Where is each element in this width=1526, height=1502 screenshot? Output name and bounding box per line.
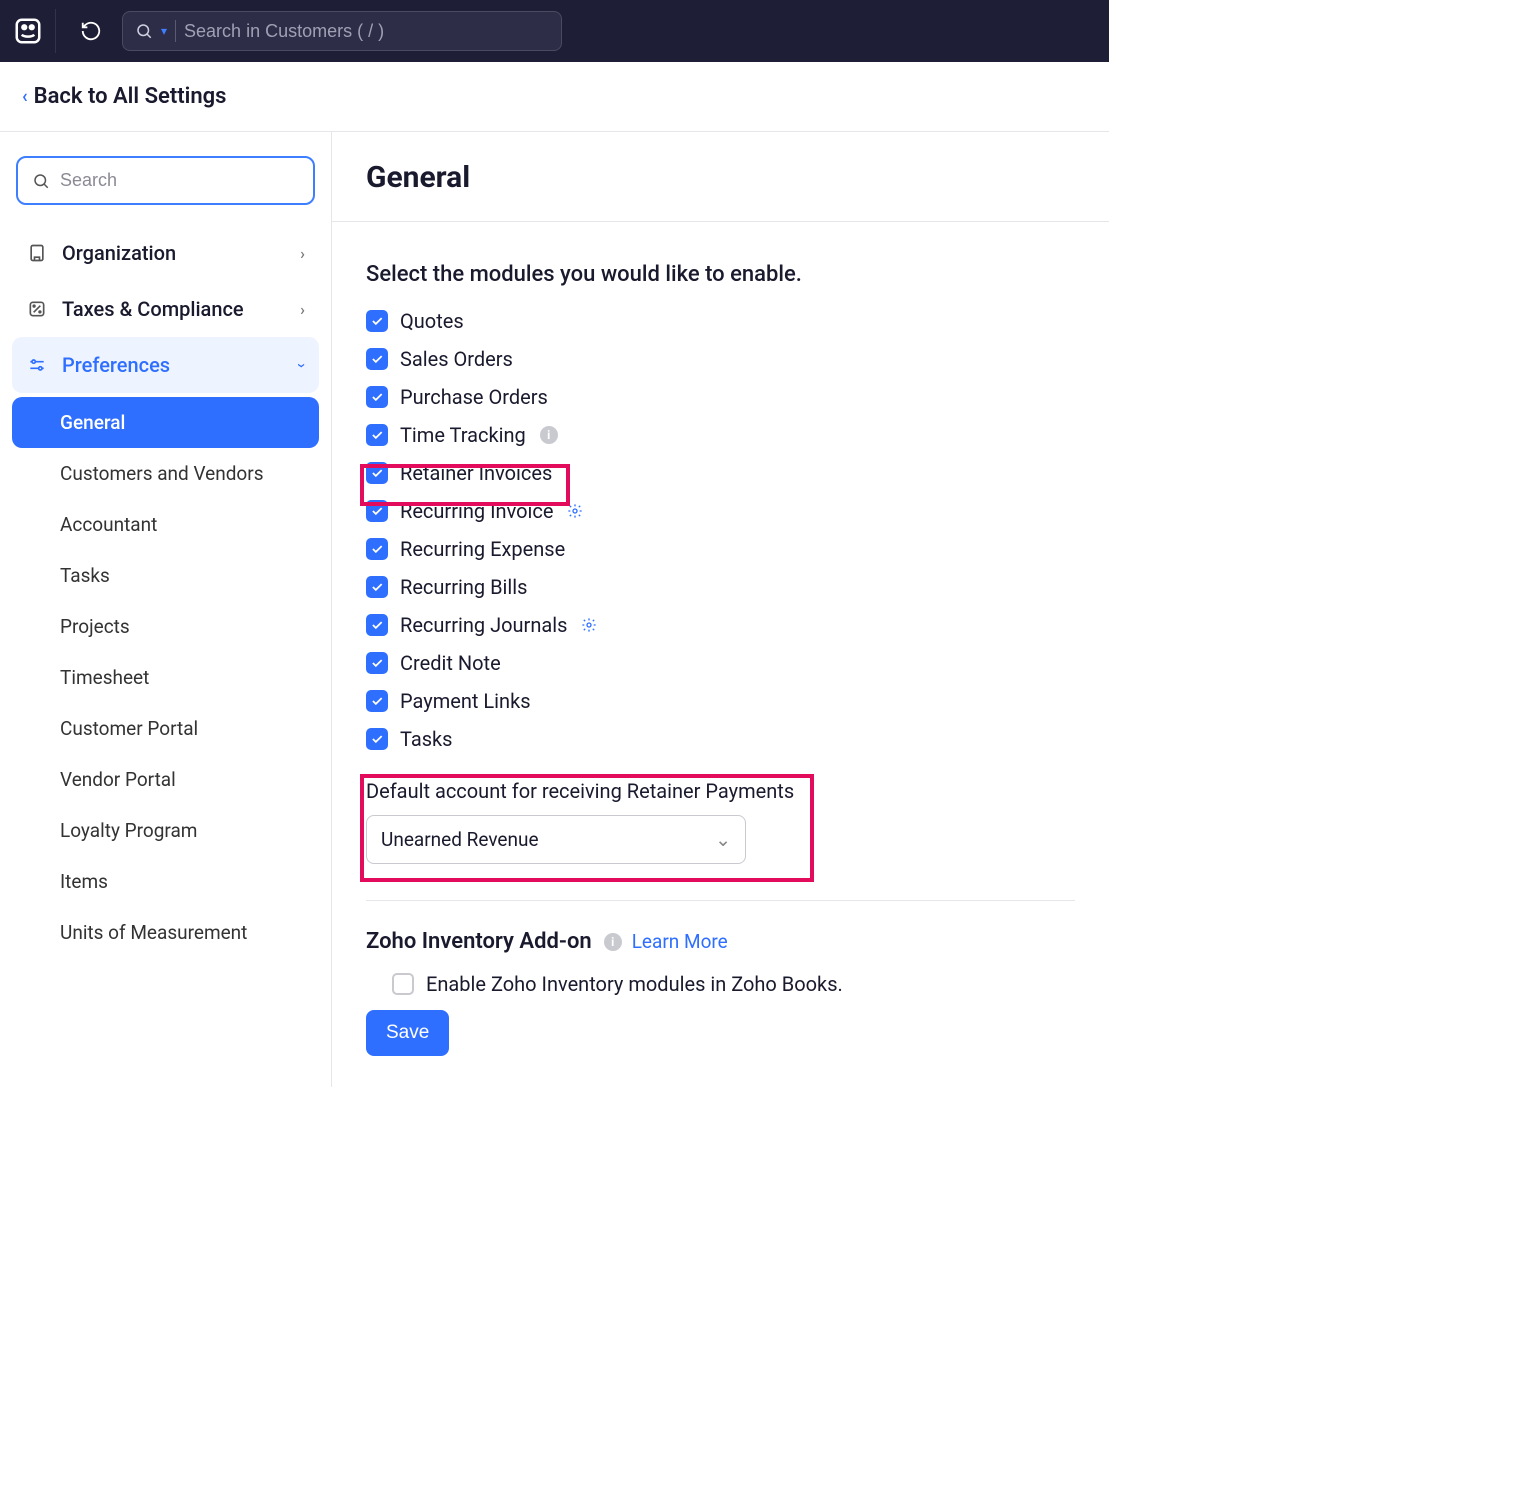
breadcrumb: ‹ Back to All Settings [0,62,1109,132]
sub-item-projects[interactable]: Projects [12,601,319,652]
content-area: General Select the modules you would lik… [332,132,1109,1087]
building-icon [26,243,48,263]
info-icon[interactable]: i [540,426,558,444]
back-label: Back to All Settings [34,84,227,109]
info-icon[interactable]: i [604,933,622,951]
module-label: Payment Links [400,689,531,713]
field-label: Default account for receiving Retainer P… [366,779,1075,803]
module-row: Credit Note [366,651,1075,675]
addon-enable-row: Enable Zoho Inventory modules in Zoho Bo… [366,972,1075,996]
module-checkbox[interactable] [366,728,388,750]
search-icon [32,172,50,190]
save-button[interactable]: Save [366,1010,449,1056]
modules-section-title: Select the modules you would like to ena… [366,262,1075,287]
module-checkbox[interactable] [366,462,388,484]
module-row: Payment Links [366,689,1075,713]
search-icon [135,22,153,40]
save-bar: Save [366,996,1075,1070]
reload-icon[interactable] [76,20,106,42]
page-title: General [366,160,1075,195]
sub-item-general[interactable]: General [12,397,319,448]
module-label: Time Tracking [400,423,526,447]
modules-list: Quotes Sales Orders Purchase Orders Time Tr… [366,309,1075,751]
chevron-down-icon: ⌄ [715,828,731,851]
global-search[interactable]: ▾ [122,11,562,51]
app-logo[interactable] [12,9,56,53]
addon-checkbox[interactable] [392,973,414,995]
sub-item-customers-vendors[interactable]: Customers and Vendors [12,448,319,499]
gear-icon[interactable] [567,503,583,519]
sidebar-item-taxes[interactable]: Taxes & Compliance › [12,281,319,337]
sub-item-units-measurement[interactable]: Units of Measurement [12,907,319,958]
module-label: Recurring Bills [400,575,527,599]
percent-icon [26,299,48,319]
nav-label: Preferences [62,353,170,377]
select-value: Unearned Revenue [381,828,539,851]
sub-item-timesheet[interactable]: Timesheet [12,652,319,703]
module-checkbox[interactable] [366,500,388,522]
sub-item-loyalty-program[interactable]: Loyalty Program [12,805,319,856]
preferences-sublist: General Customers and Vendors Accountant… [12,397,319,958]
module-checkbox[interactable] [366,538,388,560]
chevron-right-icon: › [300,244,305,263]
module-row: Time Tracking i [366,423,1075,447]
retainer-account-field: Default account for receiving Retainer P… [366,779,1075,864]
nav-label: Taxes & Compliance [62,297,244,321]
back-link[interactable]: ‹ Back to All Settings [22,84,226,109]
module-label: Tasks [400,727,453,751]
settings-sidebar: Organization › Taxes & Compliance › Pref… [0,132,332,1087]
module-label: Retainer Invoices [400,461,552,485]
sidebar-search-input[interactable] [60,170,299,191]
module-checkbox[interactable] [366,614,388,636]
module-label: Quotes [400,309,464,333]
divider [332,221,1109,222]
module-checkbox[interactable] [366,576,388,598]
sub-item-vendor-portal[interactable]: Vendor Portal [12,754,319,805]
divider [175,20,176,42]
module-label: Recurring Invoice [400,499,553,523]
chevron-left-icon: ‹ [22,86,28,107]
module-checkbox[interactable] [366,424,388,446]
module-checkbox[interactable] [366,652,388,674]
module-row: Quotes [366,309,1075,333]
chevron-right-icon: › [300,300,305,319]
module-row: Recurring Bills [366,575,1075,599]
module-checkbox[interactable] [366,348,388,370]
module-row: Recurring Invoice [366,499,1075,523]
sub-item-accountant[interactable]: Accountant [12,499,319,550]
sidebar-search[interactable] [16,156,315,205]
module-checkbox[interactable] [366,310,388,332]
sub-item-tasks[interactable]: Tasks [12,550,319,601]
retainer-account-select[interactable]: Unearned Revenue ⌄ [366,815,746,864]
topbar: ▾ [0,0,1109,62]
addon-title-text: Zoho Inventory Add-on [366,929,592,954]
module-label: Recurring Journals [400,613,567,637]
module-row: Purchase Orders [366,385,1075,409]
module-checkbox[interactable] [366,690,388,712]
sliders-icon [26,355,48,375]
module-label: Credit Note [400,651,501,675]
addon-checkbox-label: Enable Zoho Inventory modules in Zoho Bo… [426,972,843,996]
module-row: Recurring Journals [366,613,1075,637]
module-row: Sales Orders [366,347,1075,371]
module-label: Purchase Orders [400,385,548,409]
nav-label: Organization [62,241,176,265]
global-search-input[interactable] [184,21,549,42]
module-row: Retainer Invoices [366,461,1075,485]
module-row: Recurring Expense [366,537,1075,561]
chevron-down-icon[interactable]: ▾ [161,24,167,38]
sidebar-item-preferences[interactable]: Preferences › [12,337,319,393]
chevron-down-icon: › [293,363,312,368]
module-checkbox[interactable] [366,386,388,408]
sub-item-customer-portal[interactable]: Customer Portal [12,703,319,754]
sidebar-item-organization[interactable]: Organization › [12,225,319,281]
gear-icon[interactable] [581,617,597,633]
module-label: Sales Orders [400,347,513,371]
module-label: Recurring Expense [400,537,565,561]
learn-more-link[interactable]: Learn More [632,930,728,953]
addon-heading: Zoho Inventory Add-on i Learn More [366,929,1075,954]
module-row: Tasks [366,727,1075,751]
divider [366,900,1075,901]
sub-item-items[interactable]: Items [12,856,319,907]
